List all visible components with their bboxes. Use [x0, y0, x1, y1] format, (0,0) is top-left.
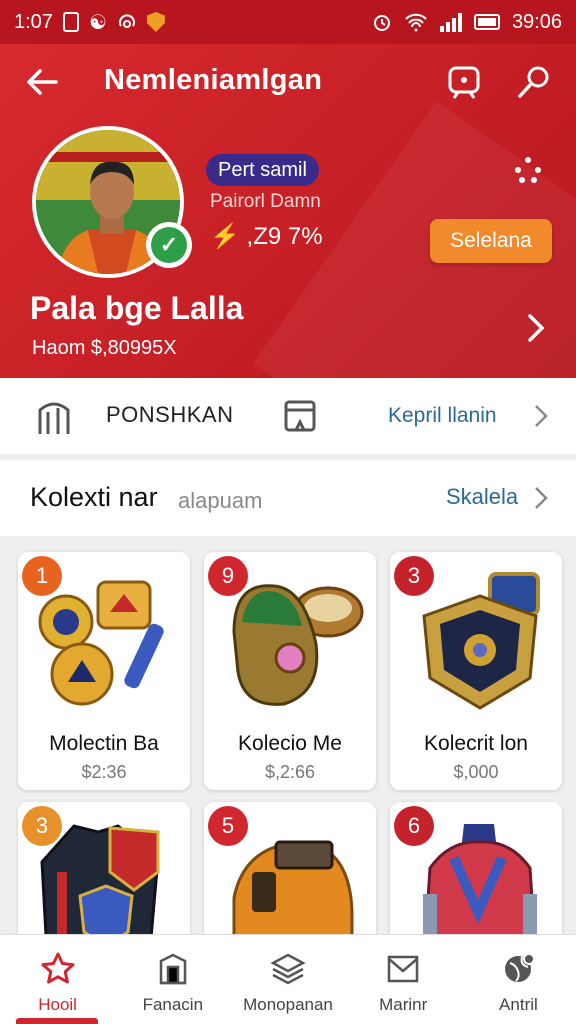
- back-arrow-icon[interactable]: [22, 62, 62, 102]
- rank-badge: 5: [208, 806, 248, 846]
- rank-badge: 1: [22, 556, 62, 596]
- wifi-icon: [405, 13, 427, 32]
- stadium-icon: [38, 402, 70, 434]
- item-price: $,000: [453, 762, 499, 782]
- battery-icon: [473, 14, 500, 30]
- vibrate-icon: ☯: [88, 11, 107, 34]
- profile-balance: Haom $,80995X: [32, 337, 177, 359]
- item-name: Kolecrit lon: [424, 732, 528, 755]
- status-bar: 1:07 ☯ 39:06: [0, 0, 576, 44]
- select-button[interactable]: Selelana: [430, 219, 552, 263]
- quick-bar: PONSHKAN Kepril llanin: [0, 378, 576, 454]
- chevron-right-icon[interactable]: [532, 402, 550, 430]
- nav-label: Hooil: [38, 995, 77, 1014]
- profile-hero: Nemleniamlgan ✓ Pert samil Pairorl Damn …: [0, 44, 576, 378]
- collection-header: Kolexti nar alapuam Skalela: [0, 460, 576, 536]
- rank-badge: 3: [22, 806, 62, 846]
- sim-icon: [62, 12, 79, 32]
- nav-item-finance[interactable]: Fanacin: [115, 935, 230, 1024]
- item-name: Kolecio Me: [238, 732, 342, 755]
- active-tab-indicator: [16, 1018, 98, 1024]
- page-title: Nemleniamlgan: [104, 64, 323, 96]
- profile-subname: Pairorl Damn: [210, 191, 321, 212]
- nav-item-home[interactable]: Hooil: [0, 935, 115, 1024]
- signal-icon: [439, 12, 462, 32]
- collection-subtitle: alapuam: [178, 488, 263, 513]
- globe-icon: [505, 953, 536, 982]
- verified-badge: ✓: [146, 222, 192, 268]
- rank-badge: 9: [208, 556, 248, 596]
- shield-icon: [146, 12, 165, 32]
- nav-item-monopanan[interactable]: Monopanan: [230, 935, 345, 1024]
- nav-label: Monopanan: [243, 995, 333, 1014]
- rank-badge: Pert samil: [206, 154, 319, 186]
- collection-card[interactable]: 1 Molectin Ba $2:36: [18, 552, 190, 790]
- collection-card[interactable]: 5: [204, 802, 376, 934]
- collection-title: Kolexti nar: [30, 482, 158, 512]
- alarm-icon: [373, 15, 390, 31]
- collection-card[interactable]: 9 Kolecio Me $,2:66: [204, 552, 376, 790]
- quick-bar-link[interactable]: Kepril llanin: [388, 404, 497, 428]
- nav-label: Marinr: [379, 995, 428, 1014]
- rank-badge: 6: [394, 806, 434, 846]
- nav-item-account[interactable]: Antril: [461, 935, 576, 1024]
- chevron-right-icon[interactable]: [522, 310, 550, 346]
- nav-item-mail[interactable]: Marinr: [346, 935, 461, 1024]
- building-icon: [159, 953, 187, 985]
- item-price: $,2:66: [264, 762, 316, 782]
- status-time: 1:07: [14, 10, 53, 33]
- chevron-right-icon[interactable]: [532, 484, 550, 512]
- search-icon[interactable]: [514, 62, 554, 102]
- collection-card[interactable]: 3 Kolecrit lon $,000: [390, 552, 562, 790]
- chat-icon[interactable]: [444, 62, 484, 102]
- collection-card[interactable]: 3: [18, 802, 190, 934]
- status-clock: 39:06: [511, 10, 562, 33]
- layers-icon: [270, 953, 306, 985]
- nav-label: Antril: [499, 995, 538, 1014]
- profile-name: Pala bge Lalla: [30, 290, 244, 326]
- collection-card[interactable]: 6: [390, 802, 562, 934]
- star-icon: [41, 952, 75, 984]
- calendar-icon[interactable]: [282, 396, 318, 436]
- item-name: Molectin Ba: [49, 732, 159, 755]
- item-price: $2:36: [81, 762, 127, 782]
- checkmark-icon: ✓: [151, 227, 187, 263]
- mail-icon: [387, 955, 419, 983]
- rank-badge: 3: [394, 556, 434, 596]
- nav-label: Fanacin: [142, 995, 204, 1014]
- bottom-nav: Hooil Fanacin Monopanan Marinr Antril: [0, 934, 576, 1024]
- quick-bar-label[interactable]: PONSHKAN: [106, 402, 233, 428]
- hotspot-icon: [118, 14, 135, 28]
- profile-stat: ⚡ ,Z9 7%: [210, 223, 323, 250]
- see-all-link[interactable]: Skalela: [446, 484, 518, 510]
- more-dots-icon[interactable]: [512, 154, 544, 186]
